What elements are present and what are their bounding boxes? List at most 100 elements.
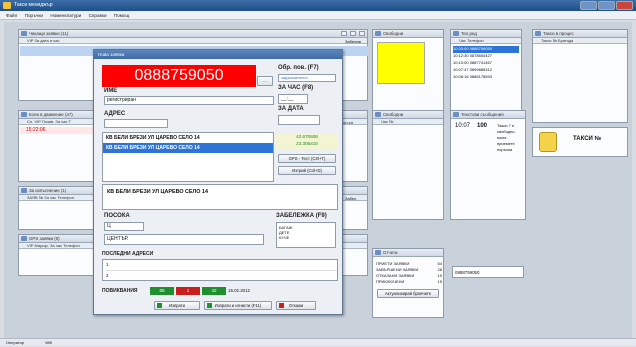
maximize-icon[interactable]: [350, 31, 356, 36]
message-text: Такси 7 е свободно, моля приемете поръчк…: [497, 123, 516, 152]
refresh-counters-button[interactable]: Актуализирай броячите: [377, 289, 439, 298]
green-square-icon: [207, 303, 212, 308]
direction-label: ПОСОКА: [104, 213, 130, 219]
dialog-title: Нова заявка: [94, 50, 342, 59]
remove-address-button[interactable]: Изтрий (Ctrl+D): [278, 166, 336, 175]
address-field[interactable]: [104, 119, 168, 128]
phone-search-field[interactable]: 0888759050: [452, 266, 524, 278]
call-row[interactable]: 10:10:00 0887741467: [453, 60, 519, 67]
minimize-icon[interactable]: [341, 31, 347, 36]
send-and-clear-button[interactable]: Изпрати и изчисти (F11): [204, 301, 272, 310]
time-field[interactable]: __:__: [278, 94, 308, 104]
note-label: ЗАБЕЛЕЖКА (F9): [276, 213, 327, 219]
call-row[interactable]: 10:20:00 0888759050: [453, 46, 519, 53]
call-row[interactable]: 10:06:16 0886178593: [453, 74, 519, 81]
close-button[interactable]: [616, 1, 633, 10]
menu-reports[interactable]: Справки: [89, 13, 107, 18]
close-icon[interactable]: [359, 31, 365, 36]
calls-green-badge: 65: [150, 287, 174, 295]
red-square-icon: [279, 303, 284, 308]
phone-icon: [453, 31, 459, 36]
gps-title: GPS заявки (0): [29, 236, 60, 241]
minimize-button[interactable]: [580, 1, 597, 10]
green-square-icon: [157, 303, 162, 308]
window-title-bar: Такси мениджър: [0, 0, 636, 11]
cars-title: Коли в движение (47): [29, 112, 73, 117]
drivers-columns: Такси № Бригада: [533, 38, 627, 44]
drivers-panel: Такси в процес Такси № Бригада: [532, 29, 628, 123]
count-row: ПРИКЛЮЧЕНИ 15: [376, 279, 442, 284]
full-address-field[interactable]: КВ БЕЛИ БРЕЗИ УЛ ЦАРЕВО СЕЛО 14: [102, 184, 338, 210]
call-row[interactable]: 10:12:30 0878654427: [453, 53, 519, 60]
orders-title: Чакащи заявки (11): [29, 31, 69, 36]
phone-lookup-button[interactable]: ...: [257, 76, 273, 86]
last-address-row[interactable]: 1: [106, 260, 337, 271]
phone-display: 0888759050: [102, 65, 256, 87]
orders-columns: VIP За дата и час: [19, 38, 367, 44]
menu-file[interactable]: Файл: [6, 13, 17, 18]
maximize-button[interactable]: [598, 1, 615, 10]
menu-orders[interactable]: Поръчки: [25, 13, 43, 18]
direction-code-field[interactable]: Ц: [104, 222, 144, 231]
obr-label: Обр. пов. (F7): [278, 65, 319, 71]
last-addresses-label: ПОСЛЕДНИ АДРЕСИ: [102, 251, 154, 257]
name-label: ИМЕ: [104, 88, 118, 94]
address-label: АДРЕС: [104, 111, 126, 117]
obr-field[interactable]: задължително: [278, 74, 336, 82]
gps-icon: [21, 236, 27, 241]
orders-panel-header: Чакащи заявки (11): [19, 30, 367, 38]
car-icon: [21, 112, 27, 117]
center-title: Свободни: [383, 31, 404, 36]
calls-list: 10:20:00 0888759050 10:12:30 0878654427 …: [453, 46, 519, 81]
center-panel: Свободни: [372, 29, 444, 123]
message-time: 10:07: [455, 123, 471, 129]
name-field[interactable]: регистриран: [104, 96, 274, 105]
reports-header: Отчети: [373, 249, 443, 257]
window-title: Такси мениджър: [14, 2, 53, 8]
time-label: ЗА ЧАС (F8): [278, 85, 314, 91]
map-icon: [375, 31, 381, 36]
address-list-item[interactable]: КВ БЕЛИ БРЕЗИ УЛ ЦАРЕВО СЕЛО 14: [103, 133, 273, 143]
free-header: Свободни: [373, 111, 443, 119]
calls-date: 15.02.2012: [228, 288, 250, 293]
message-number: 100: [477, 123, 488, 129]
messages-title: Текстови съобщения: [461, 112, 504, 117]
cancel-button[interactable]: Откажи: [276, 301, 316, 310]
address-list: КВ БЕЛИ БРЕЗИ УЛ ЦАРЕВО СЕЛО 14 КВ БЕЛИ …: [102, 132, 274, 182]
car-icon: [375, 112, 381, 117]
menu-help[interactable]: Помощ: [114, 13, 129, 18]
date-label: ЗА ДАТА: [278, 106, 304, 112]
calls-title: Тел.ред: [461, 31, 477, 36]
calls-header: Тел.ред: [451, 30, 521, 38]
note-list[interactable]: БАГАЖ ДЕТЕ КУЧЕ: [276, 222, 336, 248]
note-item[interactable]: КУЧЕ: [279, 235, 333, 240]
call-row[interactable]: 10:07:47 0899885312: [453, 67, 519, 74]
last-address-row[interactable]: 2: [106, 271, 337, 281]
drivers-header: Такси в процес: [533, 30, 627, 38]
new-order-dialog: Нова заявка 0888759050 ... ИМЕ регистрир…: [93, 49, 343, 315]
date-field[interactable]: [278, 115, 320, 125]
cars-row[interactable]: 15:22:06: [20, 127, 95, 134]
drivers-title: Такси в процес: [543, 31, 574, 36]
coordinates-box: 42.670608 23.306410: [276, 133, 338, 149]
address-list-item-selected[interactable]: КВ БЕЛИ БРЕЗИ УЛ ЦАРЕВО СЕЛО 14: [103, 143, 273, 153]
taxi-label: ТАКСИ №: [573, 136, 602, 142]
message-icon: [453, 112, 459, 117]
yellow-indicator: [377, 42, 425, 84]
taxi-driver-panel: ТАКСИ №: [532, 127, 628, 157]
gps-test-button[interactable]: GPS - Тест (Ctrl+T): [278, 154, 336, 163]
menu-catalogs[interactable]: Номенклатури: [50, 13, 81, 18]
calls-green-badge-2: 42: [202, 287, 226, 295]
send-button[interactable]: Изпрати: [154, 301, 200, 310]
center-header: Свободни: [373, 30, 443, 38]
taxi-icon: [535, 31, 541, 36]
coord-lat: 42.670608: [296, 134, 318, 139]
direction-text-field[interactable]: ЦЕНТЪР.: [104, 234, 264, 245]
calls-count-label: ПОВИКВАНИЯ: [102, 288, 138, 294]
status-network: Wifi: [45, 340, 52, 345]
coord-lon: 23.306410: [296, 141, 318, 146]
taxi-sign-icon: [539, 132, 557, 152]
counts-list: ПРИЕТИ ЗАЯВКИ 54 ЗАВЪРШЕНИ ЗАЯВКИ 28 ОТК…: [376, 261, 442, 285]
last-addresses-list: 1 2: [102, 259, 338, 281]
menu-bar: Файл Поръчки Номенклатури Справки Помощ: [0, 11, 636, 20]
